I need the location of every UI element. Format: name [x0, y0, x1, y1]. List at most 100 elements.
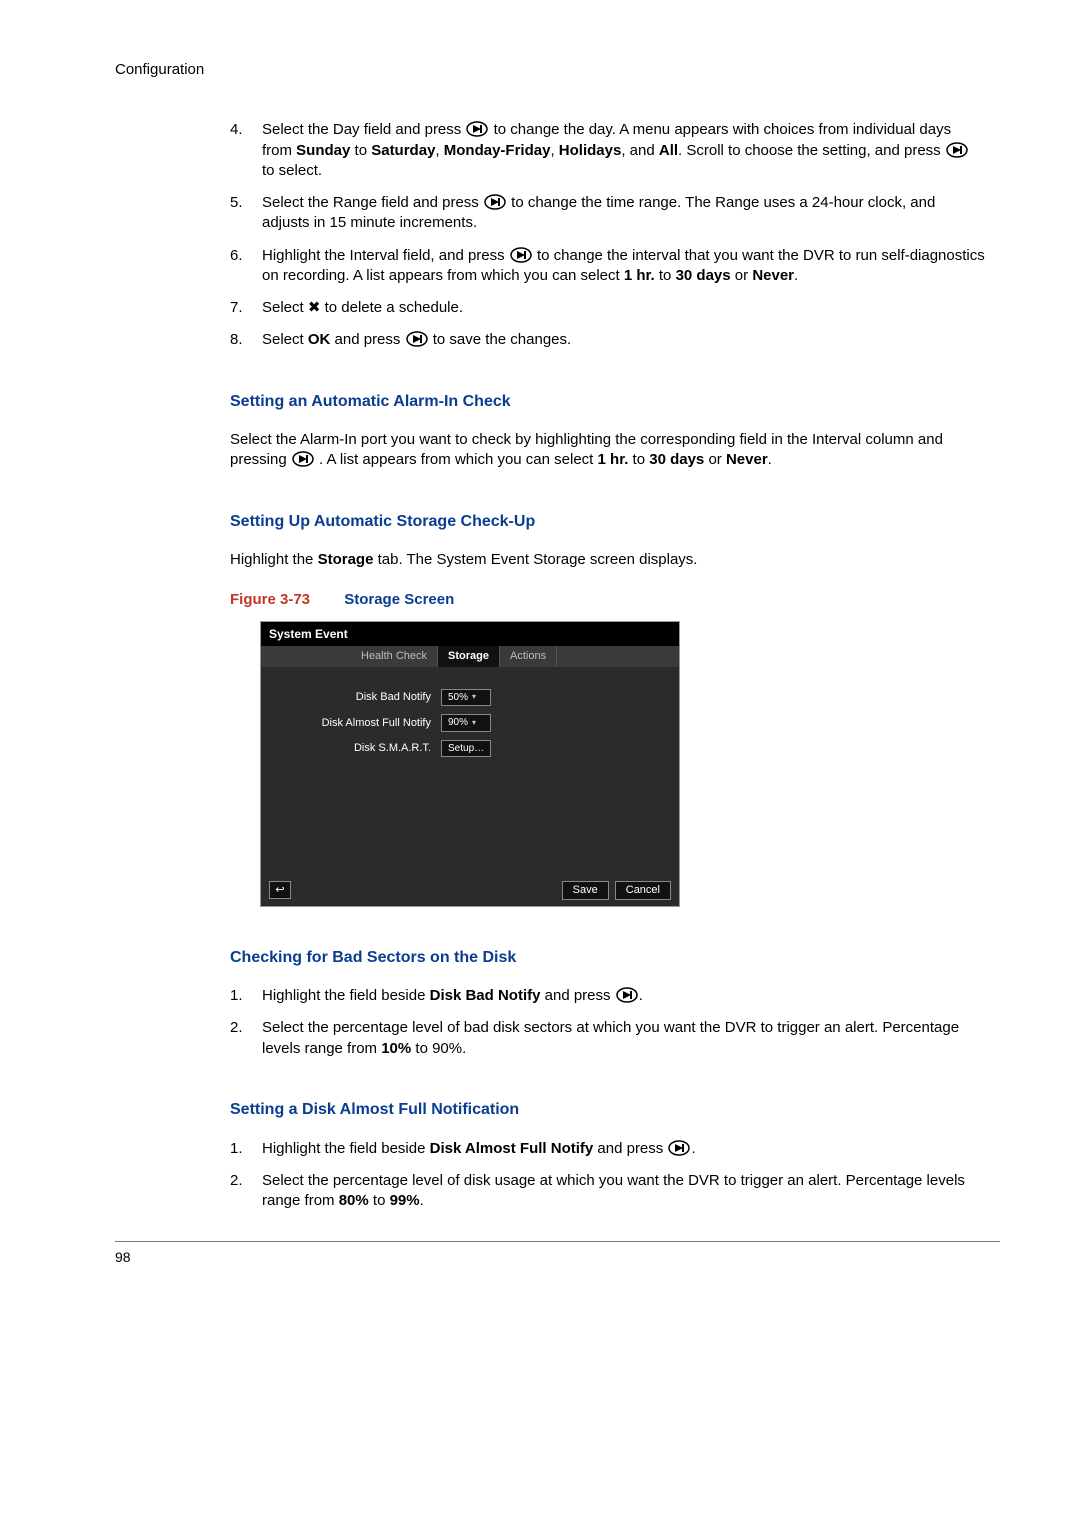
tab-actions[interactable]: Actions [500, 646, 557, 667]
back-arrow-icon: ↩ [275, 883, 284, 898]
dialog-body: Disk Bad Notify 50% ▾ Disk Almost Full No… [261, 667, 679, 881]
figure-caption: Figure 3-73 Storage Screen [230, 590, 985, 610]
play-pause-icon [946, 142, 968, 158]
text: or [731, 267, 753, 284]
text: Select the percentage level of bad disk … [262, 1019, 959, 1056]
text: . [768, 451, 772, 468]
text: Select [262, 331, 308, 348]
page-number: 98 [115, 1241, 1000, 1267]
text: to [350, 142, 371, 159]
text: Select the Day field and press [262, 121, 465, 138]
play-pause-icon [668, 1140, 690, 1156]
bold: Disk Almost Full Notify [430, 1140, 594, 1157]
play-pause-icon [484, 194, 506, 210]
text: Highlight the Interval field, and press [262, 247, 509, 264]
tab-row: Health Check Storage Actions [261, 646, 679, 667]
bold: Never [752, 267, 794, 284]
step-8: 8. Select OK and press to save the chang… [230, 330, 985, 350]
step-number: 1. [230, 1139, 262, 1159]
steps-list-bad-sectors: 1. Highlight the field beside Disk Bad N… [230, 986, 985, 1059]
storage-screen: System Event Health Check Storage Action… [260, 621, 680, 907]
text: . [420, 1192, 424, 1209]
bold: 1 hr. [624, 267, 655, 284]
text: , [550, 142, 558, 159]
heading-bad-sectors: Checking for Bad Sectors on the Disk [230, 947, 985, 969]
bold: Sunday [296, 142, 350, 159]
text: to save the changes. [433, 331, 571, 348]
bold: All [659, 142, 678, 159]
heading-almost-full: Setting a Disk Almost Full Notification [230, 1099, 985, 1121]
steps-list-almost-full: 1. Highlight the field beside Disk Almos… [230, 1139, 985, 1212]
text: and press [540, 987, 614, 1004]
step-number: 8. [230, 330, 262, 350]
text: to 90%. [411, 1040, 466, 1057]
paragraph: Highlight the Storage tab. The System Ev… [230, 550, 985, 570]
tab-health-check[interactable]: Health Check [351, 646, 438, 667]
bold: 99% [390, 1192, 420, 1209]
label: Disk Bad Notify [271, 690, 441, 705]
bold: 1 hr. [598, 451, 629, 468]
chevron-down-icon: ▾ [472, 718, 476, 729]
step-number: 2. [230, 1171, 262, 1212]
tab-storage[interactable]: Storage [438, 646, 500, 667]
bold: Storage [318, 551, 374, 568]
dialog-footer: ↩ Save Cancel [261, 881, 679, 906]
bold: Never [726, 451, 768, 468]
text: to [628, 451, 649, 468]
step-number: 5. [230, 193, 262, 234]
step-4: 4. Select the Day field and press to cha… [230, 120, 985, 181]
bold: Holidays [559, 142, 622, 159]
step-number: 1. [230, 986, 262, 1006]
text: Select the Range field and press [262, 194, 483, 211]
text: to select. [262, 162, 322, 179]
list-item: 1. Highlight the field beside Disk Almos… [230, 1139, 985, 1159]
step-6: 6. Highlight the Interval field, and pre… [230, 246, 985, 287]
heading-storage-checkup: Setting Up Automatic Storage Check-Up [230, 511, 985, 533]
text: . A list appears from which you can sele… [319, 451, 597, 468]
play-pause-icon [406, 331, 428, 347]
play-pause-icon [466, 121, 488, 137]
text: , [435, 142, 443, 159]
step-5: 5. Select the Range field and press to c… [230, 193, 985, 234]
text: Highlight the [230, 551, 318, 568]
value: 90% [448, 716, 468, 730]
bold: 80% [339, 1192, 369, 1209]
text: Select ✖ to delete a schedule. [262, 298, 985, 318]
step-number: 2. [230, 1018, 262, 1059]
chevron-down-icon: ▾ [472, 692, 476, 703]
row-disk-smart: Disk S.M.A.R.T. Setup… [271, 740, 669, 758]
text: or [704, 451, 726, 468]
label: Disk Almost Full Notify [271, 716, 441, 731]
text: and press [330, 331, 404, 348]
step-7: 7. Select ✖ to delete a schedule. [230, 298, 985, 318]
bold: Disk Bad Notify [430, 987, 541, 1004]
text: tab. The System Event Storage screen dis… [373, 551, 697, 568]
bold: Monday-Friday [444, 142, 551, 159]
list-item: 2. Select the percentage level of bad di… [230, 1018, 985, 1059]
figure-title: Storage Screen [344, 591, 454, 608]
list-item: 2. Select the percentage level of disk u… [230, 1171, 985, 1212]
text: . Scroll to choose the setting, and pres… [678, 142, 945, 159]
play-pause-icon [616, 987, 638, 1003]
text: . [691, 1140, 695, 1157]
window-title: System Event [261, 622, 679, 646]
text: to [369, 1192, 390, 1209]
label: Disk S.M.A.R.T. [271, 741, 441, 756]
list-item: 1. Highlight the field beside Disk Bad N… [230, 986, 985, 1006]
disk-bad-notify-select[interactable]: 50% ▾ [441, 689, 491, 707]
bold: OK [308, 331, 331, 348]
page-header: Configuration [115, 60, 1000, 80]
cancel-button[interactable]: Cancel [615, 881, 671, 900]
paragraph: Select the Alarm-In port you want to che… [230, 430, 985, 471]
save-button[interactable]: Save [562, 881, 609, 900]
disk-almost-full-select[interactable]: 90% ▾ [441, 714, 491, 732]
step-number: 6. [230, 246, 262, 287]
bold: 30 days [676, 267, 731, 284]
text: . [794, 267, 798, 284]
value: 50% [448, 691, 468, 705]
row-disk-almost-full: Disk Almost Full Notify 90% ▾ [271, 714, 669, 732]
disk-smart-setup-button[interactable]: Setup… [441, 740, 491, 758]
back-button[interactable]: ↩ [269, 881, 291, 899]
step-number: 4. [230, 120, 262, 181]
bold: Saturday [371, 142, 435, 159]
